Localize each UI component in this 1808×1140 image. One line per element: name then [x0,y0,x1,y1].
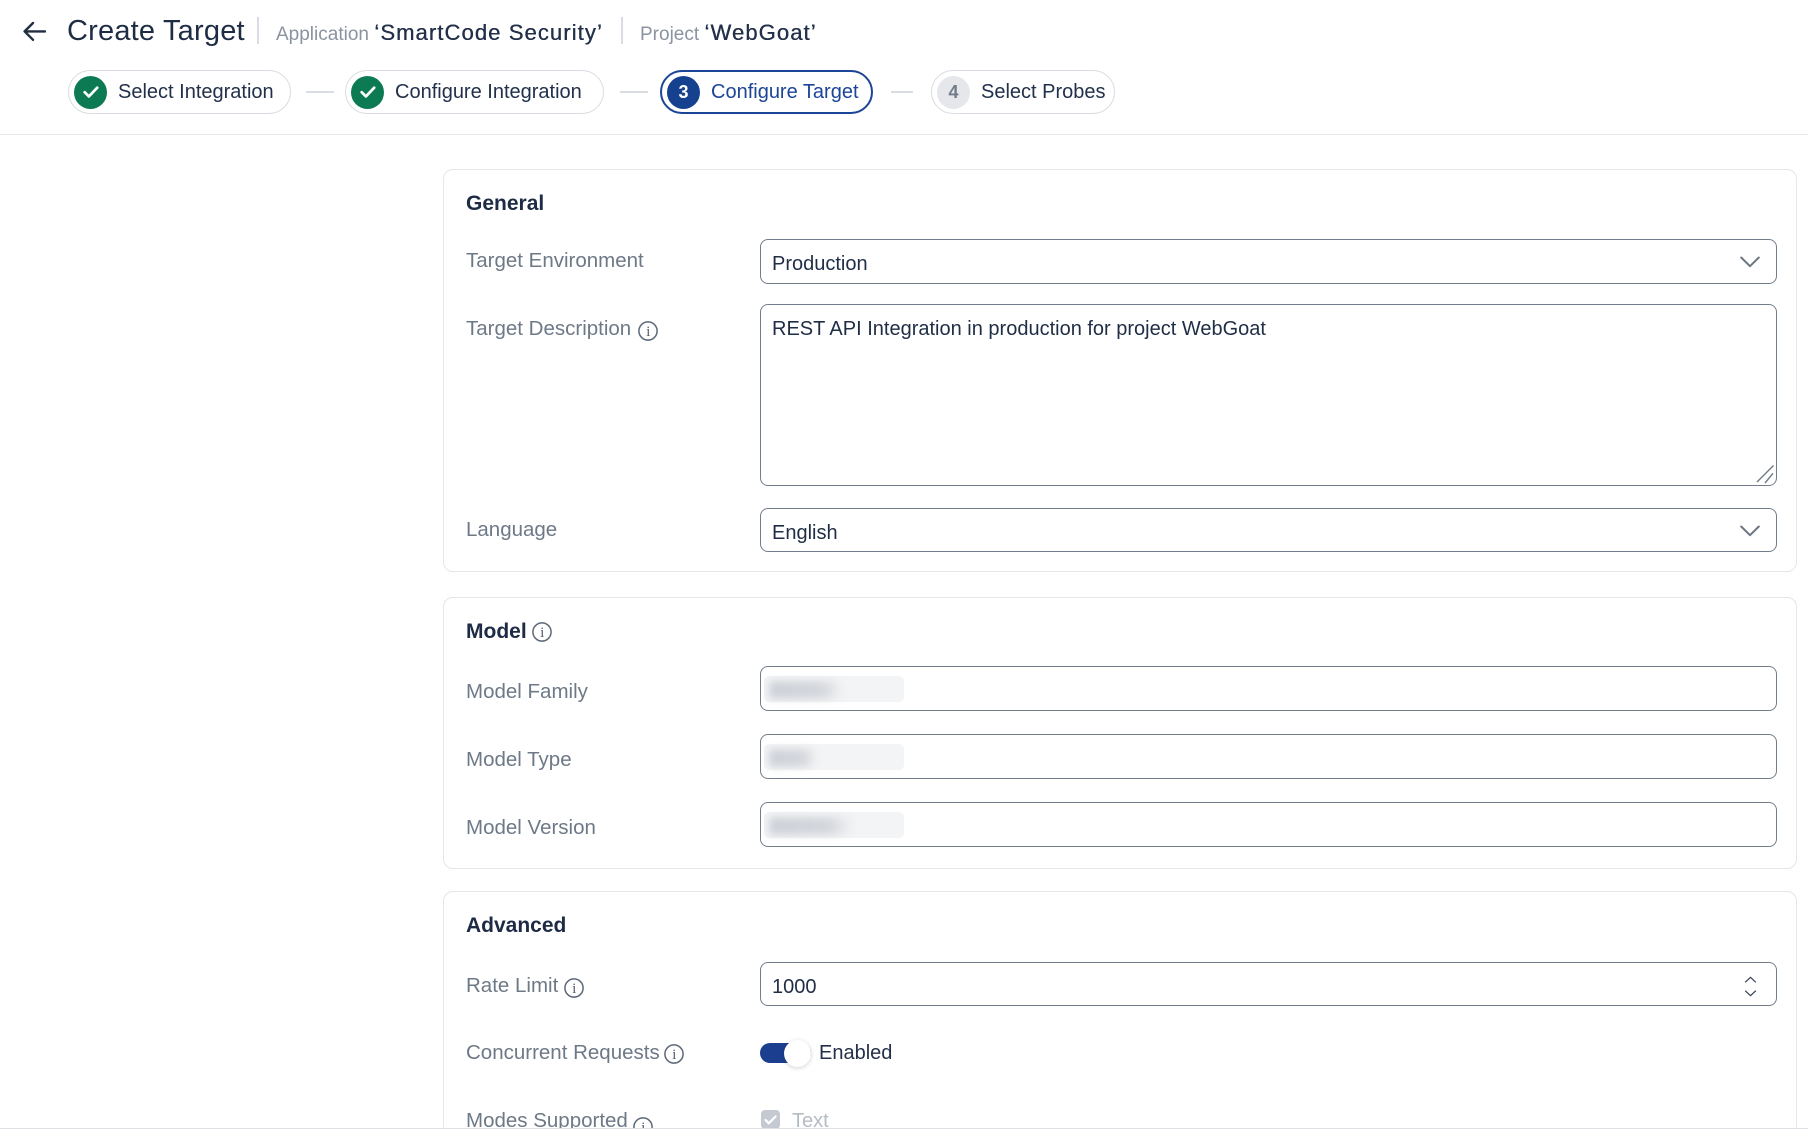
svg-text:i: i [672,1047,676,1063]
svg-text:i: i [540,625,544,641]
svg-text:i: i [646,324,650,340]
svg-text:i: i [572,981,576,997]
